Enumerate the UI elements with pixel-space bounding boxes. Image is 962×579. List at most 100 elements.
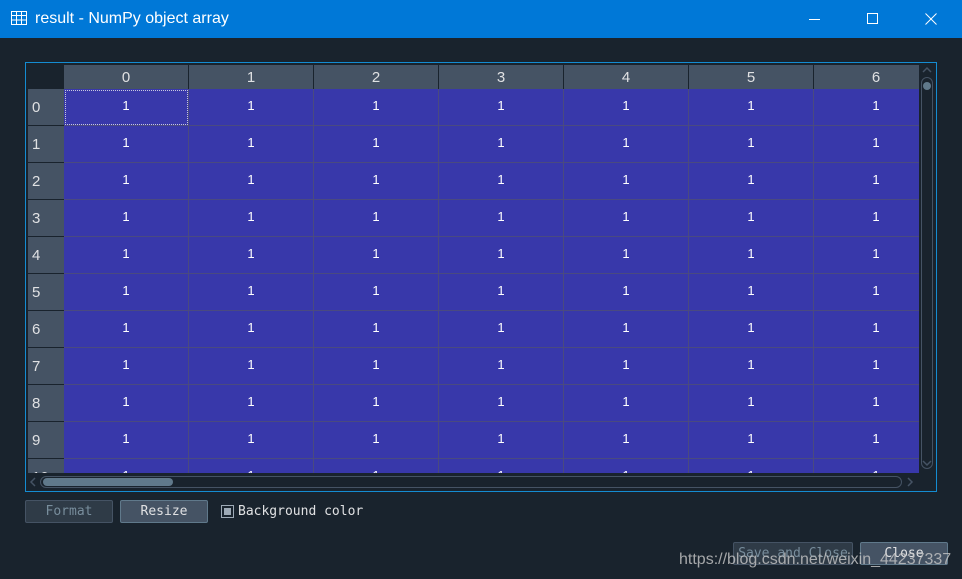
column-header[interactable]: 1 bbox=[189, 65, 314, 89]
table-cell[interactable]: 1 bbox=[314, 459, 439, 473]
title-bar[interactable]: result - NumPy object array bbox=[0, 0, 962, 38]
format-button[interactable]: Format bbox=[25, 500, 113, 523]
table-cell[interactable]: 1 bbox=[64, 126, 189, 163]
table-cell[interactable]: 1 bbox=[814, 311, 919, 348]
table-cell[interactable]: 1 bbox=[64, 311, 189, 348]
table-cell[interactable]: 1 bbox=[814, 459, 919, 473]
table-cell[interactable]: 1 bbox=[689, 126, 814, 163]
column-header[interactable]: 3 bbox=[439, 65, 564, 89]
table-cell[interactable]: 1 bbox=[689, 348, 814, 385]
table-cell[interactable]: 1 bbox=[814, 385, 919, 422]
table-cell[interactable]: 1 bbox=[814, 237, 919, 274]
table-cell[interactable]: 1 bbox=[189, 311, 314, 348]
table-cell[interactable]: 1 bbox=[314, 385, 439, 422]
table-cell[interactable]: 1 bbox=[689, 459, 814, 473]
row-header[interactable]: 4 bbox=[28, 237, 64, 274]
column-header[interactable]: 2 bbox=[314, 65, 439, 89]
table-cell[interactable]: 1 bbox=[564, 126, 689, 163]
row-header[interactable]: 7 bbox=[28, 348, 64, 385]
table-cell[interactable]: 1 bbox=[64, 422, 189, 459]
table-cell[interactable]: 1 bbox=[689, 311, 814, 348]
background-color-checkbox[interactable] bbox=[221, 505, 234, 518]
table-cell[interactable]: 1 bbox=[64, 274, 189, 311]
table-cell[interactable]: 1 bbox=[439, 200, 564, 237]
table-cell[interactable]: 1 bbox=[814, 89, 919, 126]
scroll-up-arrow-icon[interactable] bbox=[922, 66, 932, 74]
table-cell[interactable]: 1 bbox=[189, 385, 314, 422]
table-cell[interactable]: 1 bbox=[314, 422, 439, 459]
table-cell[interactable]: 1 bbox=[689, 237, 814, 274]
table-cell[interactable]: 1 bbox=[689, 422, 814, 459]
table-cell[interactable]: 1 bbox=[189, 89, 314, 126]
vertical-scrollbar[interactable] bbox=[921, 77, 933, 469]
close-window-button[interactable] bbox=[902, 0, 960, 38]
table-cell[interactable]: 1 bbox=[814, 163, 919, 200]
table-cell[interactable]: 1 bbox=[564, 237, 689, 274]
table-cell[interactable]: 1 bbox=[64, 163, 189, 200]
table-cell[interactable]: 1 bbox=[814, 422, 919, 459]
table-cell[interactable]: 1 bbox=[439, 126, 564, 163]
table-cell[interactable]: 1 bbox=[189, 163, 314, 200]
table-cell[interactable]: 1 bbox=[314, 311, 439, 348]
column-header[interactable]: 4 bbox=[564, 65, 689, 89]
table-cell[interactable]: 1 bbox=[189, 422, 314, 459]
table-corner[interactable] bbox=[28, 65, 64, 89]
row-header[interactable]: 5 bbox=[28, 274, 64, 311]
table-cell[interactable]: 1 bbox=[564, 163, 689, 200]
table-cell[interactable]: 1 bbox=[314, 163, 439, 200]
background-color-label[interactable]: Background color bbox=[238, 503, 363, 521]
table-cell[interactable]: 1 bbox=[314, 126, 439, 163]
table-cell[interactable]: 1 bbox=[439, 274, 564, 311]
maximize-button[interactable] bbox=[844, 0, 902, 38]
table-cell[interactable]: 1 bbox=[814, 274, 919, 311]
table-cell[interactable]: 1 bbox=[439, 89, 564, 126]
table-cell[interactable]: 1 bbox=[689, 200, 814, 237]
table-cell[interactable]: 1 bbox=[64, 459, 189, 473]
table-cell[interactable]: 1 bbox=[814, 348, 919, 385]
horizontal-scroll-handle[interactable] bbox=[43, 478, 173, 486]
table-cell[interactable]: 1 bbox=[439, 163, 564, 200]
table-cell[interactable]: 1 bbox=[189, 237, 314, 274]
table-cell[interactable]: 1 bbox=[64, 237, 189, 274]
table-cell[interactable]: 1 bbox=[814, 126, 919, 163]
table-cell[interactable]: 1 bbox=[64, 348, 189, 385]
horizontal-scrollbar[interactable] bbox=[40, 476, 902, 488]
table-cell[interactable]: 1 bbox=[564, 89, 689, 126]
table-cell[interactable]: 1 bbox=[314, 348, 439, 385]
table-cell[interactable]: 1 bbox=[189, 274, 314, 311]
row-header[interactable]: 0 bbox=[28, 89, 64, 126]
table-cell[interactable]: 1 bbox=[439, 237, 564, 274]
scroll-right-arrow-icon[interactable] bbox=[906, 477, 914, 487]
table-cell[interactable]: 1 bbox=[564, 311, 689, 348]
table-cell[interactable]: 1 bbox=[564, 200, 689, 237]
table-cell[interactable]: 1 bbox=[564, 274, 689, 311]
table-cell[interactable]: 1 bbox=[439, 459, 564, 473]
minimize-button[interactable] bbox=[786, 0, 844, 38]
table-cell[interactable]: 1 bbox=[314, 200, 439, 237]
row-header[interactable]: 2 bbox=[28, 163, 64, 200]
table-cell[interactable]: 1 bbox=[564, 422, 689, 459]
table-cell[interactable]: 1 bbox=[564, 459, 689, 473]
vertical-scroll-handle[interactable] bbox=[923, 82, 931, 90]
table-cell[interactable]: 1 bbox=[689, 89, 814, 126]
row-header[interactable]: 10 bbox=[28, 459, 64, 473]
table-cell[interactable]: 1 bbox=[64, 200, 189, 237]
table-cell[interactable]: 1 bbox=[564, 385, 689, 422]
column-header[interactable]: 5 bbox=[689, 65, 814, 89]
table-cell[interactable]: 1 bbox=[189, 200, 314, 237]
column-header[interactable]: 6 bbox=[814, 65, 919, 89]
table-cell[interactable]: 1 bbox=[189, 348, 314, 385]
table-cell[interactable]: 1 bbox=[439, 348, 564, 385]
table-cell[interactable]: 1 bbox=[189, 459, 314, 473]
resize-button[interactable]: Resize bbox=[120, 500, 208, 523]
row-header[interactable]: 1 bbox=[28, 126, 64, 163]
table-cell[interactable]: 1 bbox=[314, 89, 439, 126]
table-cell[interactable]: 1 bbox=[439, 311, 564, 348]
table-cell[interactable]: 1 bbox=[439, 385, 564, 422]
column-header[interactable]: 0 bbox=[64, 65, 189, 89]
table-cell[interactable]: 1 bbox=[689, 385, 814, 422]
row-header[interactable]: 6 bbox=[28, 311, 64, 348]
row-header[interactable]: 3 bbox=[28, 200, 64, 237]
table-grid[interactable]: 1111111111111111111111111111111111111111… bbox=[64, 89, 919, 473]
table-cell[interactable]: 1 bbox=[439, 422, 564, 459]
